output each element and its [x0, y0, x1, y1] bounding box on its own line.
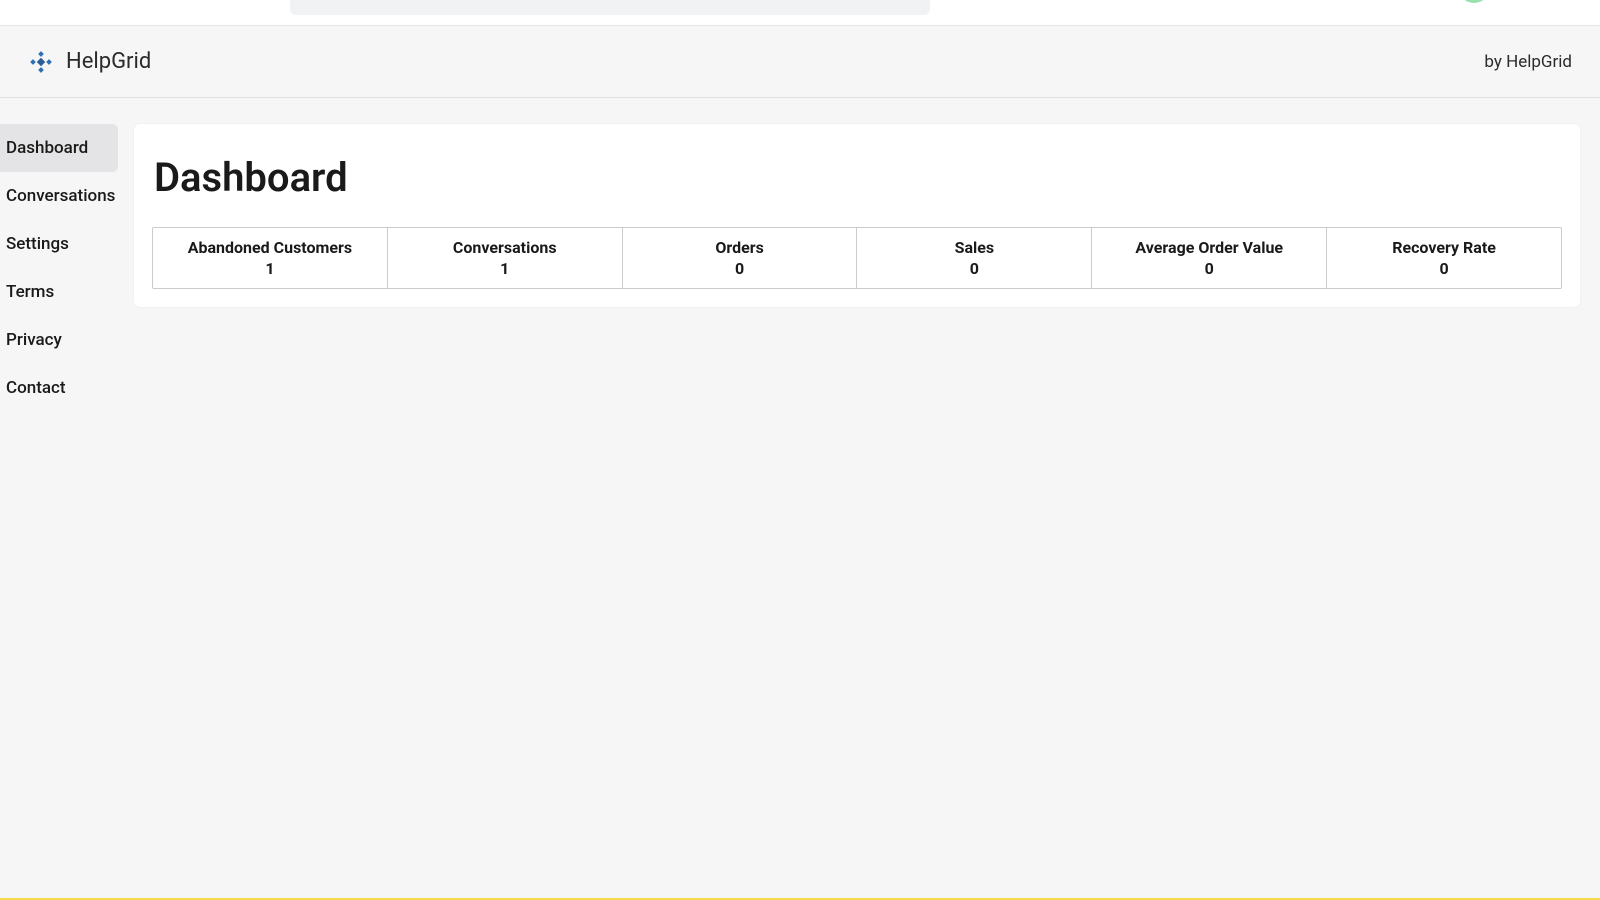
- metric-recovery-rate: Recovery Rate 0: [1327, 228, 1561, 288]
- metric-conversations: Conversations 1: [388, 228, 623, 288]
- sidebar-item-label: Dashboard: [6, 138, 88, 158]
- metrics-row: Abandoned Customers 1 Conversations 1 Or…: [152, 227, 1562, 289]
- metric-orders: Orders 0: [623, 228, 858, 288]
- sidebar-item-label: Terms: [6, 282, 54, 302]
- app-header: HelpGrid by HelpGrid: [0, 26, 1600, 98]
- sidebar-item-dashboard[interactable]: Dashboard: [0, 124, 118, 172]
- sidebar-item-terms[interactable]: Terms: [0, 268, 118, 316]
- search-input[interactable]: [290, 0, 930, 15]
- metric-value: 0: [863, 259, 1085, 278]
- sidebar-item-label: Settings: [6, 234, 69, 254]
- avatar[interactable]: [1458, 0, 1490, 3]
- helpgrid-logo-icon: [28, 49, 54, 75]
- metric-label: Abandoned Customers: [159, 238, 381, 257]
- sidebar-item-contact[interactable]: Contact: [0, 364, 118, 412]
- metric-label: Orders: [629, 238, 851, 257]
- sidebar-item-conversations[interactable]: Conversations: [0, 172, 118, 220]
- app-byline: by HelpGrid: [1484, 52, 1572, 72]
- metric-abandoned-customers: Abandoned Customers 1: [153, 228, 388, 288]
- metric-value: 0: [1333, 259, 1555, 278]
- metric-value: 0: [629, 259, 851, 278]
- top-chrome-bar: [0, 0, 1600, 26]
- metric-label: Sales: [863, 238, 1085, 257]
- main-content: Dashboard Abandoned Customers 1 Conversa…: [118, 98, 1600, 898]
- dashboard-panel: Dashboard Abandoned Customers 1 Conversa…: [134, 124, 1580, 307]
- metric-value: 1: [159, 259, 381, 278]
- sidebar-item-label: Contact: [6, 378, 66, 398]
- app-title: HelpGrid: [66, 49, 151, 74]
- sidebar: Dashboard Conversations Settings Terms P…: [0, 98, 118, 898]
- metric-average-order-value: Average Order Value 0: [1092, 228, 1327, 288]
- sidebar-item-label: Privacy: [6, 330, 62, 350]
- metric-label: Conversations: [394, 238, 616, 257]
- metric-value: 1: [394, 259, 616, 278]
- sidebar-item-privacy[interactable]: Privacy: [0, 316, 118, 364]
- metric-label: Average Order Value: [1098, 238, 1320, 257]
- sidebar-item-label: Conversations: [6, 186, 115, 206]
- page-title: Dashboard: [152, 154, 1562, 201]
- metric-label: Recovery Rate: [1333, 238, 1555, 257]
- metric-value: 0: [1098, 259, 1320, 278]
- sidebar-item-settings[interactable]: Settings: [0, 220, 118, 268]
- metric-sales: Sales 0: [857, 228, 1092, 288]
